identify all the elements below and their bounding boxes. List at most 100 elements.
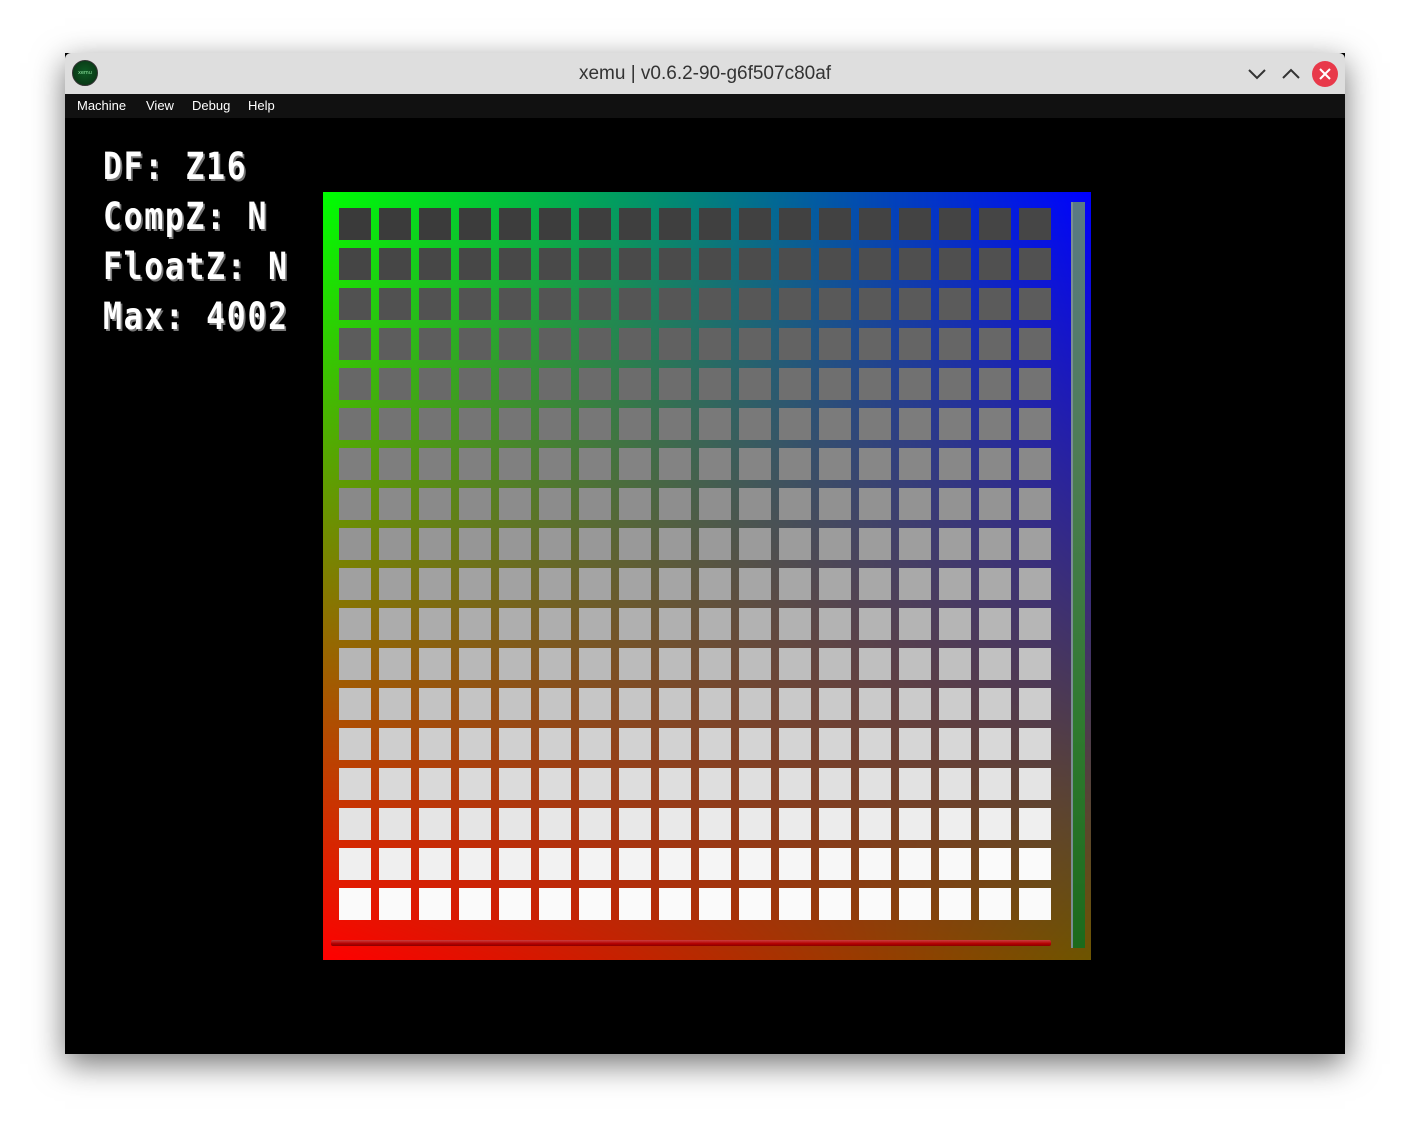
grid-cell <box>779 848 811 880</box>
grid-cell <box>579 608 611 640</box>
grid-cell <box>499 448 531 480</box>
grid-cell <box>339 768 371 800</box>
grid-cell <box>419 608 451 640</box>
grid-cell <box>459 608 491 640</box>
menu-view[interactable]: View <box>146 94 174 118</box>
grid-cell <box>499 808 531 840</box>
chevron-down-icon <box>1248 69 1266 80</box>
grid-cell <box>579 768 611 800</box>
grid-cell <box>1019 408 1051 440</box>
grid-cell <box>779 328 811 360</box>
grid-cell <box>1019 368 1051 400</box>
grid-cell <box>379 208 411 240</box>
grid-cell <box>939 888 971 920</box>
minimize-button[interactable] <box>1244 61 1270 87</box>
grid-cell <box>979 848 1011 880</box>
grid-cell <box>739 408 771 440</box>
grid-cell <box>1019 688 1051 720</box>
menu-help[interactable]: Help <box>248 94 275 118</box>
grid-cell <box>619 248 651 280</box>
title-bar[interactable]: xemu xemu | v0.6.2-90-g6f507c80af <box>65 53 1345 94</box>
grid-cell <box>859 608 891 640</box>
grid-cell <box>339 368 371 400</box>
grid-cell <box>819 288 851 320</box>
grid-cell <box>339 808 371 840</box>
grid-cell <box>499 728 531 760</box>
grid-cell <box>819 328 851 360</box>
grid-cell <box>499 328 531 360</box>
grid-cell <box>699 688 731 720</box>
grid-cell <box>899 368 931 400</box>
grid-cell <box>579 408 611 440</box>
grid-cell <box>339 248 371 280</box>
grid-cell <box>619 568 651 600</box>
grid-cell <box>419 208 451 240</box>
grid-cell <box>579 288 611 320</box>
grid-cell <box>379 408 411 440</box>
grid-cell <box>659 848 691 880</box>
grid-cell <box>819 888 851 920</box>
grid-cell <box>1019 768 1051 800</box>
grid-cell <box>619 208 651 240</box>
grid-cell <box>419 568 451 600</box>
grid-cell <box>939 648 971 680</box>
grid-cell <box>859 888 891 920</box>
grid-cell <box>739 528 771 560</box>
grid-cell <box>379 888 411 920</box>
grid-cell <box>459 368 491 400</box>
grid-cell <box>699 208 731 240</box>
emulator-viewport[interactable]: DF: Z16 CompZ: N FloatZ: N Max: 4002 <box>65 118 1345 1054</box>
grid-cell <box>859 568 891 600</box>
grid-cell <box>739 888 771 920</box>
grid-cell <box>419 488 451 520</box>
grid-cell <box>859 728 891 760</box>
grid-cell <box>939 608 971 640</box>
grid-cell <box>419 728 451 760</box>
grid-cell <box>819 368 851 400</box>
grid-cell <box>659 528 691 560</box>
menu-machine[interactable]: Machine <box>77 94 126 118</box>
grid-cell <box>1019 728 1051 760</box>
grid-cell <box>659 368 691 400</box>
grid-cell <box>619 648 651 680</box>
grid-cell <box>339 648 371 680</box>
grid-cell <box>379 848 411 880</box>
grid-cell <box>459 528 491 560</box>
grid-cell <box>659 248 691 280</box>
grid-cell <box>739 648 771 680</box>
grid-cell <box>979 408 1011 440</box>
grid-cell <box>899 448 931 480</box>
grid-cell <box>739 488 771 520</box>
grid-cell <box>419 288 451 320</box>
grid-cell <box>899 888 931 920</box>
grid-cell <box>619 408 651 440</box>
gray-cell-grid <box>323 192 1091 960</box>
grid-cell <box>619 728 651 760</box>
grid-cell <box>899 528 931 560</box>
maximize-button[interactable] <box>1278 61 1304 87</box>
grid-cell <box>859 288 891 320</box>
grid-cell <box>419 248 451 280</box>
grid-cell <box>459 288 491 320</box>
grid-cell <box>539 448 571 480</box>
grid-cell <box>739 568 771 600</box>
grid-cell <box>659 888 691 920</box>
grid-cell <box>539 368 571 400</box>
grid-cell <box>699 568 731 600</box>
grid-cell <box>899 328 931 360</box>
grid-cell <box>379 448 411 480</box>
grid-cell <box>419 448 451 480</box>
grid-cell <box>459 248 491 280</box>
grid-cell <box>939 848 971 880</box>
grid-cell <box>979 368 1011 400</box>
grid-cell <box>619 328 651 360</box>
grid-cell <box>779 368 811 400</box>
menu-debug[interactable]: Debug <box>192 94 230 118</box>
overlay-line-max: Max: 4002 <box>103 295 289 338</box>
close-button[interactable] <box>1312 61 1338 87</box>
grid-cell <box>1019 248 1051 280</box>
grid-cell <box>859 688 891 720</box>
grid-cell <box>459 688 491 720</box>
grid-cell <box>939 288 971 320</box>
grid-cell <box>579 248 611 280</box>
